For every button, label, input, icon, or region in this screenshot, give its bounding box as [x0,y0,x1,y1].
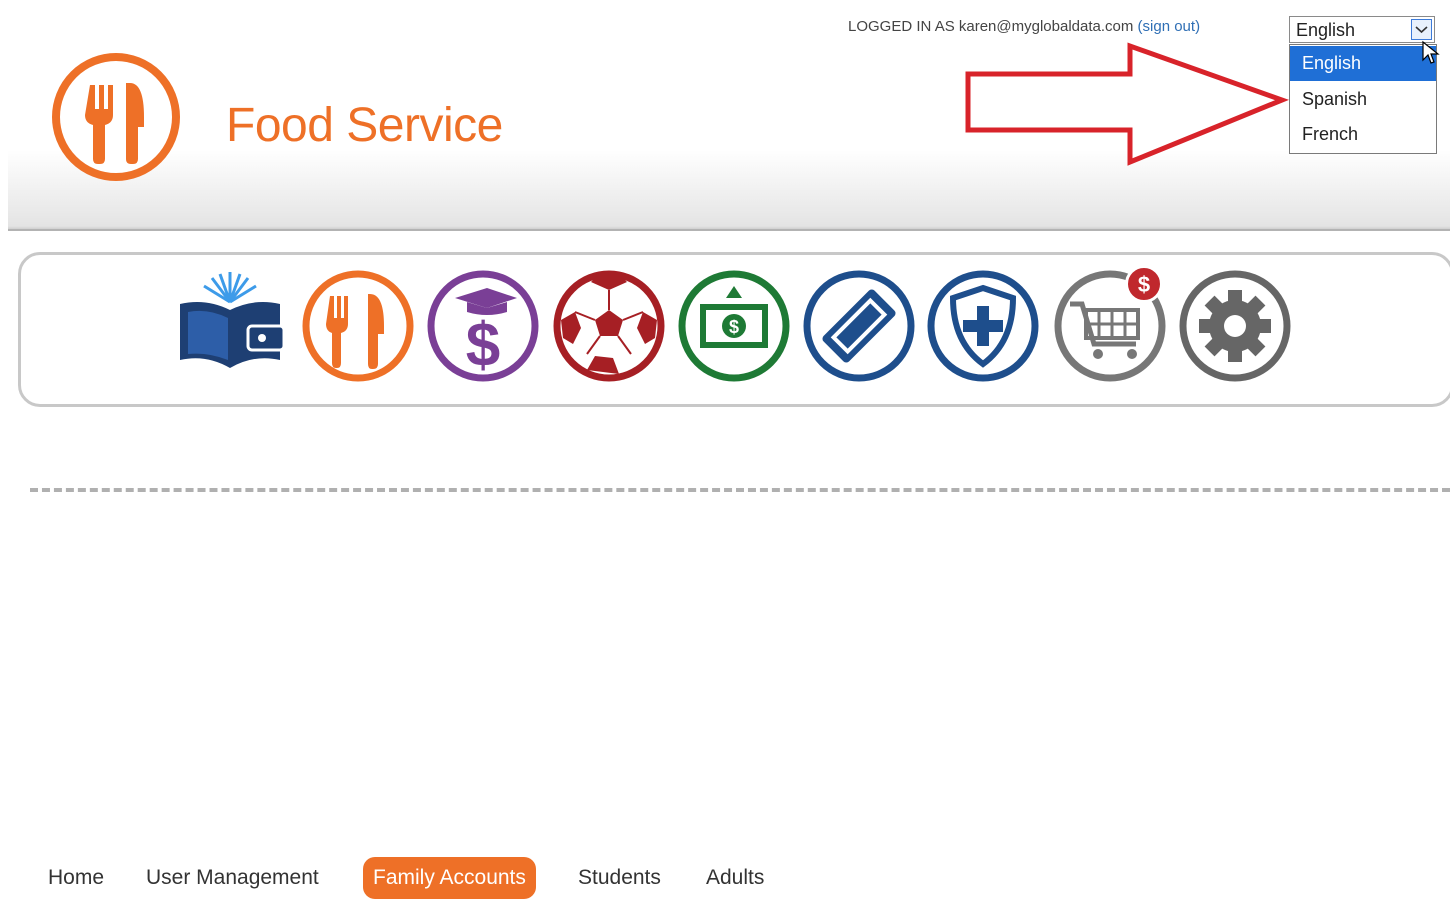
logged-in-text: LOGGED IN AS karen@myglobaldata.com [848,18,1134,35]
chevron-down-icon[interactable] [1411,19,1432,40]
cash-bill-icon[interactable]: $ [676,268,792,384]
food-service-logo [52,53,180,181]
language-dropdown-list: English Spanish French [1289,44,1437,154]
sign-out-link[interactable]: (sign out) [1138,18,1201,35]
language-select[interactable]: English [1289,16,1435,43]
nav-home[interactable]: Home [48,857,104,899]
nav-students[interactable]: Students [578,857,661,899]
header-divider [8,229,1450,231]
gear-icon[interactable] [1177,268,1293,384]
open-book-wallet-icon[interactable] [172,268,288,384]
svg-text:$: $ [1138,272,1150,297]
svg-text:$: $ [466,311,500,380]
svg-text:$: $ [729,317,739,337]
shield-plus-icon[interactable] [925,268,1041,384]
mouse-cursor-icon [1422,40,1440,64]
app-title: Food Service [226,99,503,152]
fork-knife-icon[interactable] [300,268,416,384]
fork-knife-icon [85,83,144,164]
language-selected-value: English [1296,20,1356,40]
language-option-english[interactable]: English [1290,46,1436,81]
annotation-arrow-icon [965,42,1290,166]
nav-adults[interactable]: Adults [706,857,764,899]
graduation-dollar-icon[interactable]: $ [425,268,541,384]
language-option-french[interactable]: French [1290,117,1436,152]
nav-user-management[interactable]: User Management [146,857,319,899]
ticket-icon[interactable] [801,268,917,384]
dollar-badge-icon: $ [1138,272,1150,297]
language-option-spanish[interactable]: Spanish [1290,82,1436,117]
section-divider [30,488,1450,492]
soccer-ball-icon[interactable] [551,268,667,384]
login-status: LOGGED IN AS karen@myglobaldata.com (sig… [848,18,1200,35]
nav-family-accounts[interactable]: Family Accounts [363,857,536,899]
